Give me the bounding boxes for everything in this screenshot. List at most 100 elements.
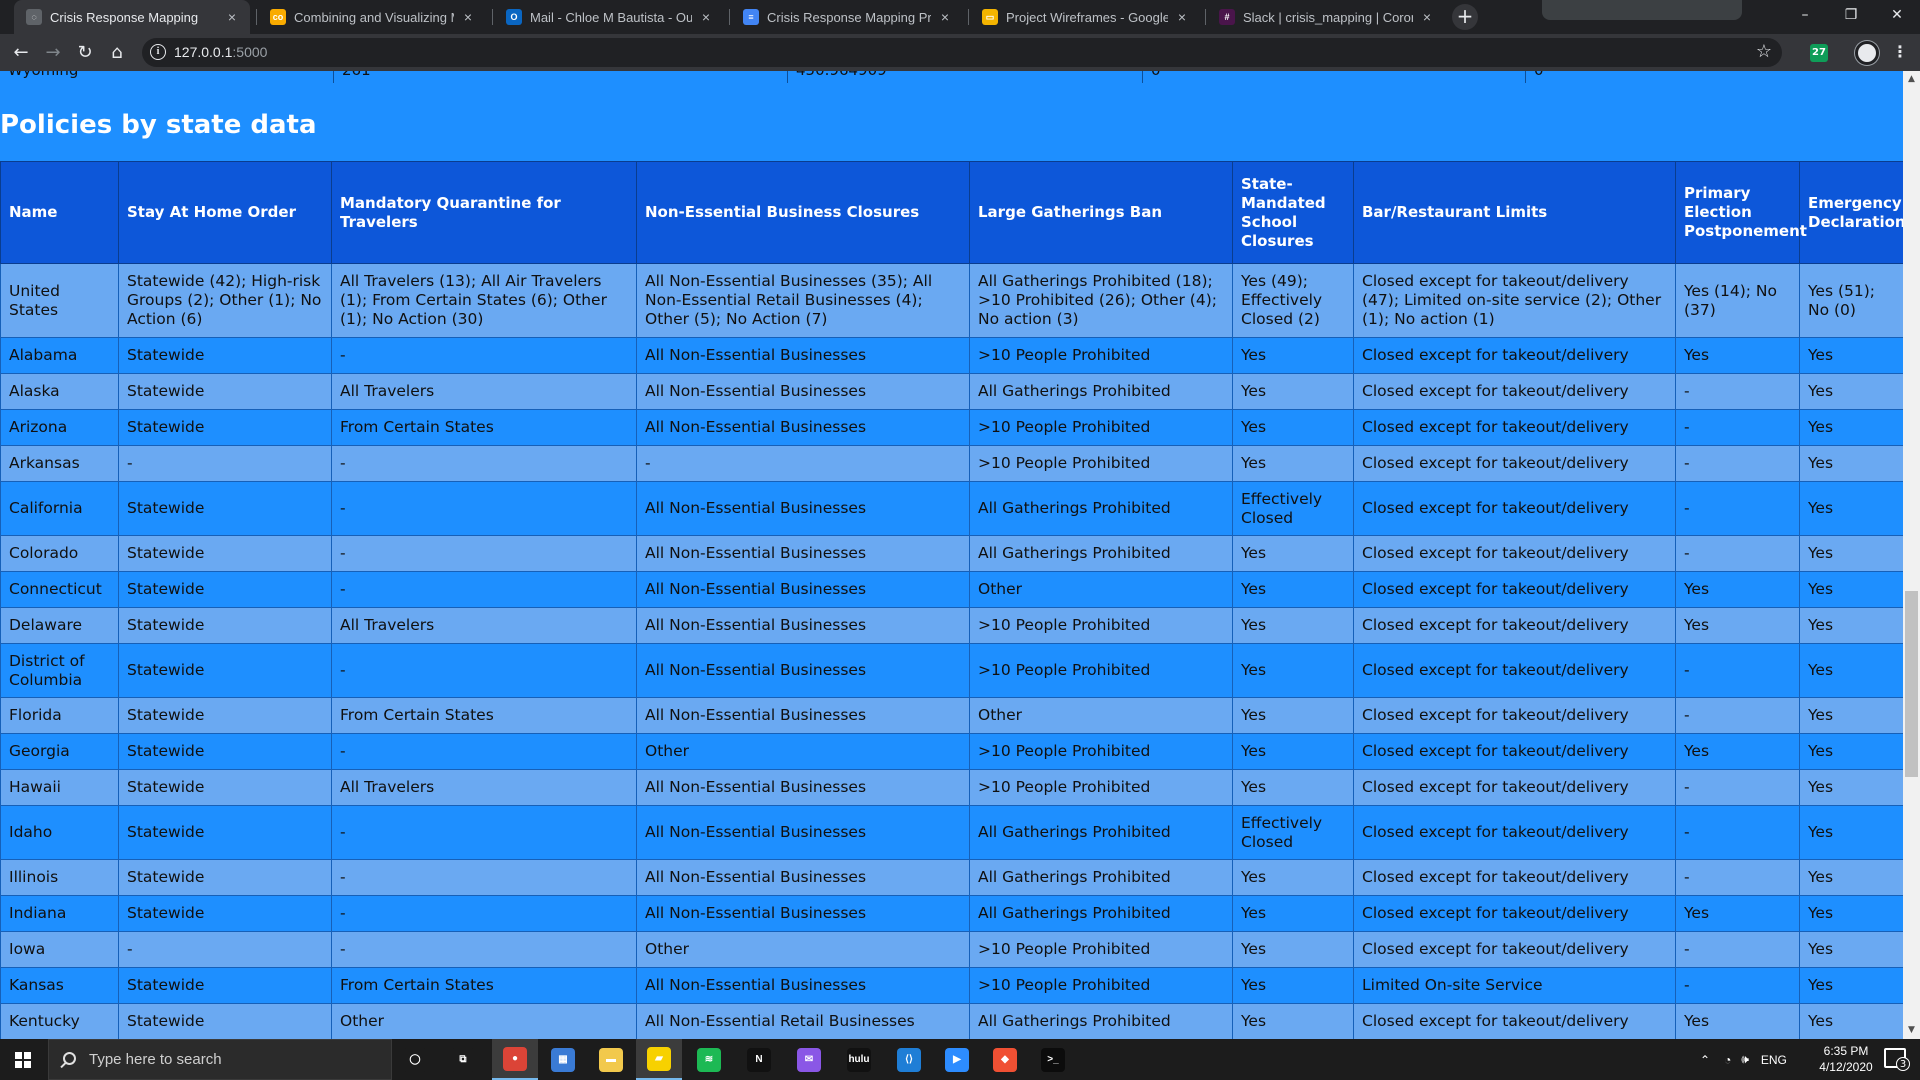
- taskbar-app-button[interactable]: ⧉: [440, 1039, 486, 1080]
- browser-tab[interactable]: co Combining and Visualizing Multi ×: [258, 0, 486, 34]
- table-row: Colorado Statewide - All Non-Essential Busi…: [0, 535, 1903, 572]
- table-cell: All Non-Essential Businesses: [636, 607, 970, 644]
- table-cell: Yes: [1232, 769, 1354, 806]
- taskbar-app-button[interactable]: ●: [492, 1039, 538, 1080]
- tab-close-icon[interactable]: ×: [224, 9, 240, 25]
- language-indicator[interactable]: ENG: [1761, 1053, 1787, 1067]
- browser-tab[interactable]: O Mail - Chloe M Bautista - Outloo ×: [494, 0, 724, 34]
- bookmark-star-icon[interactable]: ☆: [1756, 41, 1772, 62]
- taskbar-clock[interactable]: 6:35 PM 4/12/2020: [1806, 1043, 1886, 1075]
- table-cell: -: [1675, 805, 1800, 860]
- taskbar-app-button[interactable]: ⟨⟩: [886, 1039, 932, 1080]
- table-cell: Yes: [1232, 895, 1354, 932]
- browser-tab[interactable]: ▭ Project Wireframes - Google Slid ×: [970, 0, 1200, 34]
- table-cell: Statewide: [118, 805, 332, 860]
- table-cell: All Non-Essential Businesses: [636, 967, 970, 1004]
- browser-tab[interactable]: # Slack | crisis_mapping | Coronavi ×: [1207, 0, 1445, 34]
- table-cell: Closed except for takeout/delivery: [1353, 733, 1676, 770]
- taskbar-app-button[interactable]: N: [736, 1039, 782, 1080]
- taskbar-app-button[interactable]: ≋: [686, 1039, 732, 1080]
- row-name-cell: Colorado: [0, 535, 119, 572]
- table-cell: Effectively Closed: [1232, 481, 1354, 536]
- start-button[interactable]: [0, 1039, 46, 1080]
- minimize-button[interactable]: –: [1782, 0, 1828, 30]
- table-cell: Closed except for takeout/delivery: [1353, 931, 1676, 968]
- taskbar-app-button[interactable]: ▶: [934, 1039, 980, 1080]
- table-cell: All Gatherings Prohibited (18); >10 Proh…: [969, 263, 1233, 338]
- scrollbar-thumb[interactable]: [1905, 591, 1918, 777]
- new-tab-button[interactable]: +: [1452, 4, 1478, 30]
- extension-badge-icon[interactable]: 27: [1810, 44, 1828, 62]
- tab-title: Combining and Visualizing Multi: [294, 9, 454, 25]
- tray-expand-icon[interactable]: ⌃: [1700, 1053, 1710, 1067]
- tab-close-icon[interactable]: ×: [1419, 9, 1435, 25]
- page-viewport: Wyoming 261 450.964909 0 0 Policies by s…: [0, 71, 1903, 1039]
- table-cell: Closed except for takeout/delivery: [1353, 643, 1676, 698]
- row-name-cell: District of Columbia: [0, 643, 119, 698]
- browser-menu-icon[interactable]: ⋮: [1892, 42, 1908, 61]
- table-cell: All Gatherings Prohibited: [969, 481, 1233, 536]
- taskbar-app-button[interactable]: ◯: [392, 1039, 438, 1080]
- table-cell: Statewide: [118, 481, 332, 536]
- volume-icon[interactable]: 🕪: [1741, 1052, 1749, 1067]
- hulu-icon: hulu: [847, 1047, 871, 1072]
- network-icon[interactable]: ◔: [1724, 1053, 1731, 1067]
- table-cell: All Non-Essential Businesses: [636, 859, 970, 896]
- search-placeholder: Type here to search: [89, 1051, 222, 1068]
- prev-cell-value: 261: [334, 71, 788, 83]
- browser-tab[interactable]: ◌ Crisis Response Mapping ×: [14, 0, 250, 34]
- table-cell: All Non-Essential Businesses: [636, 373, 970, 410]
- tab-close-icon[interactable]: ×: [1174, 9, 1190, 25]
- taskbar-app-button[interactable]: ▬: [588, 1039, 634, 1080]
- site-info-icon[interactable]: i: [150, 44, 166, 60]
- table-cell: -: [331, 895, 637, 932]
- table-cell: Yes: [1799, 409, 1903, 446]
- taskbar-app-button[interactable]: ▦: [540, 1039, 586, 1080]
- taskbar-app-button[interactable]: ◆: [982, 1039, 1028, 1080]
- profile-avatar[interactable]: [1855, 41, 1879, 65]
- table-cell: Closed except for takeout/delivery: [1353, 571, 1676, 608]
- system-tray: ⌃ ◔ 🕪 ENG: [1700, 1039, 1787, 1080]
- table-cell: All Non-Essential Businesses: [636, 643, 970, 698]
- table-cell: Yes: [1232, 445, 1354, 482]
- taskbar-search-box[interactable]: Type here to search: [48, 1039, 392, 1080]
- table-cell: All Non-Essential Businesses: [636, 769, 970, 806]
- table-cell: Closed except for takeout/delivery: [1353, 337, 1676, 374]
- slides-icon: ▭: [982, 9, 998, 25]
- table-cell: All Travelers: [331, 607, 637, 644]
- restore-button[interactable]: ❐: [1828, 0, 1874, 30]
- taskbar-app-button[interactable]: >_: [1030, 1039, 1076, 1080]
- reload-icon[interactable]: ↻: [72, 40, 98, 66]
- tab-close-icon[interactable]: ×: [460, 9, 476, 25]
- scroll-down-arrow-icon[interactable]: ▼: [1903, 1022, 1920, 1039]
- table-cell: -: [1675, 535, 1800, 572]
- row-name-cell: Florida: [0, 697, 119, 734]
- vertical-scrollbar[interactable]: ▲ ▼: [1903, 71, 1920, 1039]
- taskbar-app-button[interactable]: ▰: [636, 1039, 682, 1080]
- table-cell: -: [331, 337, 637, 374]
- forward-arrow-icon[interactable]: →: [40, 40, 66, 66]
- back-arrow-icon[interactable]: ←: [8, 40, 34, 66]
- git-icon: ◆: [993, 1047, 1017, 1072]
- row-name-cell: Kentucky: [0, 1003, 119, 1039]
- browser-toolbar: ← → ↻ ⌂ i 127.0.0.1:5000 ☆ 27 ⋮: [0, 34, 1920, 71]
- tab-close-icon[interactable]: ×: [698, 9, 714, 25]
- taskbar-app-button[interactable]: ✉: [786, 1039, 832, 1080]
- table-row: District of Columbia Statewide - All Non-Es…: [0, 643, 1903, 698]
- table-cell: Statewide: [118, 769, 332, 806]
- table-cell: -: [1675, 445, 1800, 482]
- browser-tab[interactable]: ≡ Crisis Response Mapping Project ×: [731, 0, 963, 34]
- table-cell: -: [331, 571, 637, 608]
- table-cell: Effectively Closed: [1232, 805, 1354, 860]
- table-row: Iowa - - Other >10 People Prohibited Yes Close…: [0, 931, 1903, 968]
- window-close-button[interactable]: ✕: [1874, 0, 1920, 30]
- table-row: Arizona Statewide From Certain States All N…: [0, 409, 1903, 446]
- table-cell: Closed except for takeout/delivery: [1353, 409, 1676, 446]
- taskbar-app-button[interactable]: hulu: [836, 1039, 882, 1080]
- profile-popup-edge: [1542, 0, 1742, 20]
- home-icon[interactable]: ⌂: [104, 40, 130, 66]
- table-cell: -: [1675, 481, 1800, 536]
- tab-close-icon[interactable]: ×: [937, 9, 953, 25]
- address-bar[interactable]: i 127.0.0.1:5000 ☆: [142, 38, 1782, 67]
- scroll-up-arrow-icon[interactable]: ▲: [1903, 71, 1920, 88]
